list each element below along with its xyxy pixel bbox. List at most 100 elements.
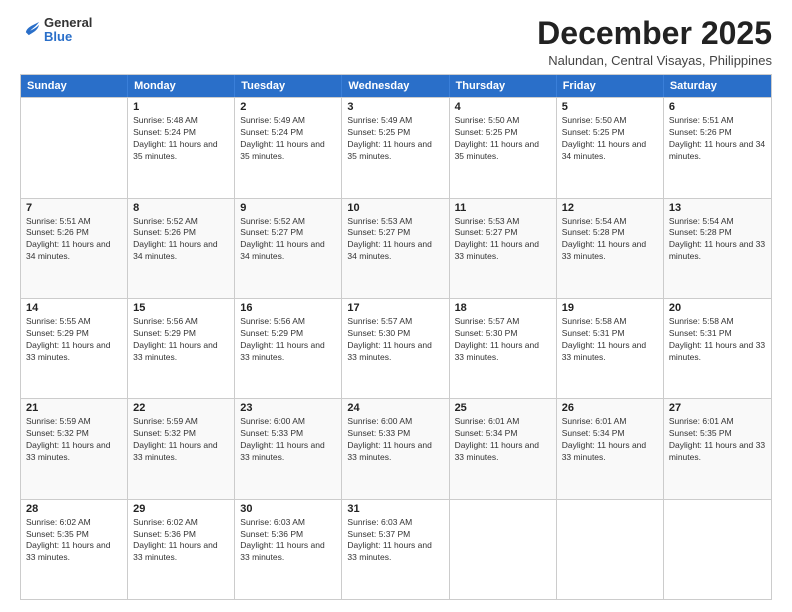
day-header-saturday: Saturday <box>664 75 771 97</box>
cell-day-number: 10 <box>347 202 443 214</box>
calendar-cell: 16 Sunrise: 5:56 AMSunset: 5:29 PMDayligh… <box>235 299 342 398</box>
calendar-cell: 31 Sunrise: 6:03 AMSunset: 5:37 PMDayligh… <box>342 500 449 599</box>
calendar-cell: 20Sunrise: 5:58 AMSunset: 5:31 PMDayligh… <box>664 299 771 398</box>
calendar-cell: 24 Sunrise: 6:00 AMSunset: 5:33 PMDayligh… <box>342 399 449 498</box>
cell-sun-info: Sunrise: 6:01 AMSunset: 5:34 PMDaylight:… <box>455 416 551 464</box>
cell-day-number: 15 <box>133 302 229 314</box>
cell-sun-info: Sunrise: 5:53 AMSunset: 5:27 PMDaylight:… <box>455 216 551 264</box>
calendar-cell: 22Sunrise: 5:59 AMSunset: 5:32 PMDayligh… <box>128 399 235 498</box>
cell-day-number: 26 <box>562 402 658 414</box>
cell-day-number: 7 <box>26 202 122 214</box>
calendar-cell: 26 Sunrise: 6:01 AMSunset: 5:34 PMDayligh… <box>557 399 664 498</box>
calendar: SundayMondayTuesdayWednesdayThursdayFrid… <box>20 74 772 600</box>
cell-sun-info: Sunrise: 5:59 AMSunset: 5:32 PMDaylight:… <box>26 416 122 464</box>
title-block: December 2025 Nalundan, Central Visayas,… <box>537 16 772 68</box>
calendar-cell: 13Sunrise: 5:54 AMSunset: 5:28 PMDayligh… <box>664 199 771 298</box>
cell-day-number: 5 <box>562 101 658 113</box>
month-title: December 2025 <box>537 16 772 51</box>
cell-sun-info: Sunrise: 6:00 AMSunset: 5:33 PMDaylight:… <box>240 416 336 464</box>
cell-sun-info: Sunrise: 5:54 AMSunset: 5:28 PMDaylight:… <box>562 216 658 264</box>
cell-sun-info: Sunrise: 6:03 AMSunset: 5:36 PMDaylight:… <box>240 517 336 565</box>
calendar-cell <box>664 500 771 599</box>
calendar-cell: 12 Sunrise: 5:54 AMSunset: 5:28 PMDayligh… <box>557 199 664 298</box>
cell-sun-info: Sunrise: 6:01 AMSunset: 5:35 PMDaylight:… <box>669 416 766 464</box>
calendar-cell: 5Sunrise: 5:50 AMSunset: 5:25 PMDaylight… <box>557 98 664 197</box>
cell-day-number: 14 <box>26 302 122 314</box>
calendar-header: SundayMondayTuesdayWednesdayThursdayFrid… <box>21 75 771 97</box>
cell-day-number: 8 <box>133 202 229 214</box>
cell-sun-info: Sunrise: 5:58 AMSunset: 5:31 PMDaylight:… <box>562 316 658 364</box>
calendar-cell: 10 Sunrise: 5:53 AMSunset: 5:27 PMDayligh… <box>342 199 449 298</box>
cell-day-number: 28 <box>26 503 122 515</box>
cell-day-number: 22 <box>133 402 229 414</box>
calendar-cell <box>21 98 128 197</box>
day-header-tuesday: Tuesday <box>235 75 342 97</box>
calendar-cell: 11 Sunrise: 5:53 AMSunset: 5:27 PMDayligh… <box>450 199 557 298</box>
cell-day-number: 17 <box>347 302 443 314</box>
calendar-cell: 18 Sunrise: 5:57 AMSunset: 5:30 PMDayligh… <box>450 299 557 398</box>
cell-sun-info: Sunrise: 5:52 AMSunset: 5:26 PMDaylight:… <box>133 216 229 264</box>
cell-day-number: 21 <box>26 402 122 414</box>
calendar-cell: 28Sunrise: 6:02 AMSunset: 5:35 PMDayligh… <box>21 500 128 599</box>
calendar-cell: 14 Sunrise: 5:55 AMSunset: 5:29 PMDayligh… <box>21 299 128 398</box>
cell-day-number: 23 <box>240 402 336 414</box>
calendar-cell: 4 Sunrise: 5:50 AMSunset: 5:25 PMDaylight… <box>450 98 557 197</box>
cell-day-number: 2 <box>240 101 336 113</box>
day-header-friday: Friday <box>557 75 664 97</box>
calendar-cell: 17Sunrise: 5:57 AMSunset: 5:30 PMDayligh… <box>342 299 449 398</box>
cell-day-number: 24 <box>347 402 443 414</box>
cell-day-number: 4 <box>455 101 551 113</box>
cell-sun-info: Sunrise: 6:03 AMSunset: 5:37 PMDaylight:… <box>347 517 443 565</box>
calendar-cell: 7 Sunrise: 5:51 AMSunset: 5:26 PMDaylight… <box>21 199 128 298</box>
calendar-cell: 9Sunrise: 5:52 AMSunset: 5:27 PMDaylight… <box>235 199 342 298</box>
calendar-row: 21 Sunrise: 5:59 AMSunset: 5:32 PMDayligh… <box>21 398 771 498</box>
cell-day-number: 16 <box>240 302 336 314</box>
calendar-cell: 29 Sunrise: 6:02 AMSunset: 5:36 PMDayligh… <box>128 500 235 599</box>
cell-day-number: 18 <box>455 302 551 314</box>
calendar-cell: 8 Sunrise: 5:52 AMSunset: 5:26 PMDaylight… <box>128 199 235 298</box>
cell-day-number: 6 <box>669 101 766 113</box>
cell-sun-info: Sunrise: 5:52 AMSunset: 5:27 PMDaylight:… <box>240 216 336 264</box>
calendar-row: 28Sunrise: 6:02 AMSunset: 5:35 PMDayligh… <box>21 499 771 599</box>
page: General Blue December 2025 Nalundan, Cen… <box>0 0 792 612</box>
cell-day-number: 27 <box>669 402 766 414</box>
cell-sun-info: Sunrise: 6:00 AMSunset: 5:33 PMDaylight:… <box>347 416 443 464</box>
cell-sun-info: Sunrise: 6:01 AMSunset: 5:34 PMDaylight:… <box>562 416 658 464</box>
cell-sun-info: Sunrise: 6:02 AMSunset: 5:36 PMDaylight:… <box>133 517 229 565</box>
cell-sun-info: Sunrise: 5:55 AMSunset: 5:29 PMDaylight:… <box>26 316 122 364</box>
calendar-cell <box>557 500 664 599</box>
day-header-wednesday: Wednesday <box>342 75 449 97</box>
cell-sun-info: Sunrise: 5:50 AMSunset: 5:25 PMDaylight:… <box>455 115 551 163</box>
logo-general: General <box>44 16 92 30</box>
cell-day-number: 12 <box>562 202 658 214</box>
day-header-thursday: Thursday <box>450 75 557 97</box>
cell-sun-info: Sunrise: 5:49 AMSunset: 5:25 PMDaylight:… <box>347 115 443 163</box>
cell-day-number: 3 <box>347 101 443 113</box>
cell-sun-info: Sunrise: 5:53 AMSunset: 5:27 PMDaylight:… <box>347 216 443 264</box>
cell-day-number: 13 <box>669 202 766 214</box>
calendar-cell: 6 Sunrise: 5:51 AMSunset: 5:26 PMDaylight… <box>664 98 771 197</box>
day-header-sunday: Sunday <box>21 75 128 97</box>
cell-sun-info: Sunrise: 5:57 AMSunset: 5:30 PMDaylight:… <box>455 316 551 364</box>
calendar-cell: 19Sunrise: 5:58 AMSunset: 5:31 PMDayligh… <box>557 299 664 398</box>
calendar-cell <box>450 500 557 599</box>
cell-day-number: 1 <box>133 101 229 113</box>
cell-day-number: 29 <box>133 503 229 515</box>
calendar-cell: 2Sunrise: 5:49 AMSunset: 5:24 PMDaylight… <box>235 98 342 197</box>
logo-blue: Blue <box>44 30 92 44</box>
cell-sun-info: Sunrise: 5:51 AMSunset: 5:26 PMDaylight:… <box>26 216 122 264</box>
cell-sun-info: Sunrise: 5:56 AMSunset: 5:29 PMDaylight:… <box>133 316 229 364</box>
header: General Blue December 2025 Nalundan, Cen… <box>20 16 772 68</box>
cell-day-number: 11 <box>455 202 551 214</box>
cell-day-number: 25 <box>455 402 551 414</box>
cell-sun-info: Sunrise: 5:58 AMSunset: 5:31 PMDaylight:… <box>669 316 766 364</box>
calendar-cell: 15 Sunrise: 5:56 AMSunset: 5:29 PMDayligh… <box>128 299 235 398</box>
cell-sun-info: Sunrise: 5:51 AMSunset: 5:26 PMDaylight:… <box>669 115 766 163</box>
calendar-cell: 21 Sunrise: 5:59 AMSunset: 5:32 PMDayligh… <box>21 399 128 498</box>
calendar-cell: 30Sunrise: 6:03 AMSunset: 5:36 PMDayligh… <box>235 500 342 599</box>
cell-sun-info: Sunrise: 5:56 AMSunset: 5:29 PMDaylight:… <box>240 316 336 364</box>
logo-text: General Blue <box>44 16 92 45</box>
logo-bird-icon <box>20 19 42 41</box>
cell-day-number: 31 <box>347 503 443 515</box>
calendar-cell: 3 Sunrise: 5:49 AMSunset: 5:25 PMDaylight… <box>342 98 449 197</box>
